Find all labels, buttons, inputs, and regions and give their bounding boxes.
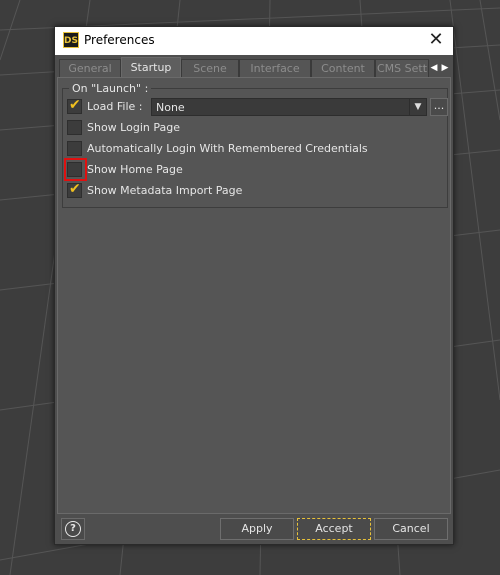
auto-login-row: ✔ Automatically Login With Remembered Cr… — [67, 140, 447, 158]
checkmark-icon: ✔ — [69, 97, 81, 113]
show-metadata-import-row: ✔ Show Metadata Import Page — [67, 181, 447, 200]
tab-cms-settings[interactable]: CMS Sett — [375, 59, 429, 77]
startup-panel: On "Launch" : ✔ Load File : None ▼ ... ✔… — [57, 77, 451, 514]
window-title: Preferences — [84, 33, 155, 47]
show-metadata-import-label: Show Metadata Import Page — [87, 184, 243, 197]
load-file-label: Load File : — [87, 100, 143, 113]
title-bar[interactable]: DS Preferences ✕ — [55, 27, 453, 55]
apply-button[interactable]: Apply — [220, 518, 294, 540]
on-launch-group: On "Launch" : ✔ Load File : None ▼ ... ✔… — [62, 82, 448, 208]
tab-general[interactable]: General — [59, 59, 121, 77]
close-icon[interactable]: ✕ — [423, 29, 449, 53]
tab-scroll-right-icon[interactable]: ▶ — [440, 61, 450, 75]
tab-startup[interactable]: Startup — [121, 57, 181, 77]
show-metadata-import-checkbox[interactable]: ✔ — [67, 181, 82, 198]
load-file-dropdown[interactable]: None ▼ — [151, 98, 427, 116]
checkmark-icon: ✔ — [69, 181, 81, 197]
accept-button[interactable]: Accept — [297, 518, 371, 540]
show-home-page-row: ✔ Show Home Page — [64, 158, 447, 181]
group-title: On "Launch" : — [69, 82, 152, 95]
tab-scroll-left-icon[interactable]: ◀ — [429, 61, 439, 75]
show-login-page-label: Show Login Page — [87, 121, 180, 134]
show-home-page-label: Show Home Page — [87, 163, 183, 176]
load-file-row: ✔ Load File : None ▼ ... — [67, 97, 448, 116]
tab-interface[interactable]: Interface — [239, 59, 311, 77]
preferences-dialog: DS Preferences ✕ General Startup Scene I… — [54, 26, 454, 545]
accept-label: Accept — [315, 522, 353, 535]
auto-login-label: Automatically Login With Remembered Cred… — [87, 142, 368, 155]
daz-studio-logo: DS — [63, 32, 79, 48]
dropdown-arrow-icon: ▼ — [409, 99, 426, 115]
auto-login-checkbox[interactable]: ✔ — [67, 141, 82, 156]
show-login-page-checkbox[interactable]: ✔ — [67, 120, 82, 135]
help-button[interactable]: ? — [61, 518, 85, 540]
cancel-button[interactable]: Cancel — [374, 518, 448, 540]
load-file-checkbox[interactable]: ✔ — [67, 97, 82, 114]
help-icon: ? — [65, 521, 81, 537]
dialog-footer: ? Apply Accept Cancel — [55, 515, 453, 545]
tab-scene[interactable]: Scene — [181, 59, 239, 77]
show-login-page-row: ✔ Show Login Page — [67, 119, 447, 137]
tab-bar: General Startup Scene Interface Content … — [57, 57, 451, 77]
show-home-page-checkbox[interactable]: ✔ — [67, 162, 82, 177]
browse-file-button[interactable]: ... — [430, 98, 448, 116]
load-file-value: None — [156, 101, 185, 114]
tab-content[interactable]: Content — [311, 59, 375, 77]
